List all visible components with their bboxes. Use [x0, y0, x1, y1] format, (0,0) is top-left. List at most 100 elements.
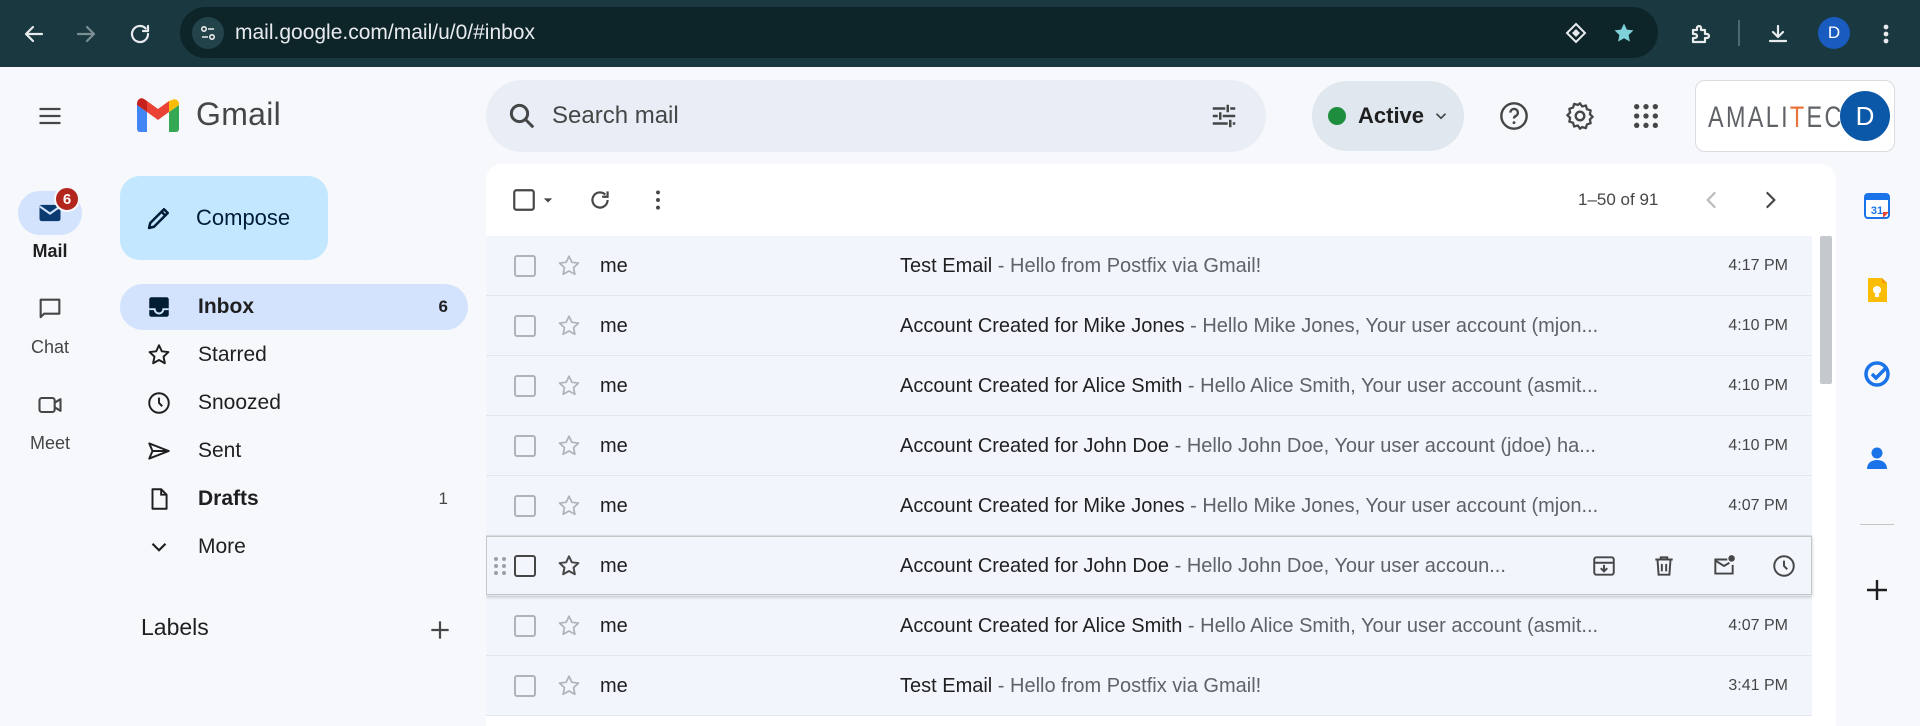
bookmark-button[interactable] [1610, 19, 1638, 47]
side-panel-divider [1860, 524, 1894, 525]
nav-sent[interactable]: Sent [120, 428, 468, 474]
rail-mail-pill[interactable]: 6 [18, 186, 82, 235]
row-checkbox[interactable] [514, 255, 536, 277]
nav-drafts[interactable]: Drafts 1 [120, 476, 468, 522]
site-info-button[interactable] [192, 17, 224, 49]
support-button[interactable] [1490, 92, 1538, 140]
message-list-panel: 1–50 of 91 me Test Email - Hello from Po… [486, 164, 1836, 726]
downloads-button[interactable] [1758, 14, 1798, 54]
email-row[interactable]: me Account Created for Mike Jones - Hell… [486, 296, 1812, 356]
star-outline-icon[interactable] [556, 253, 582, 279]
row-checkbox[interactable] [514, 435, 536, 457]
forward-button[interactable] [66, 14, 106, 54]
row-checkbox[interactable] [514, 495, 536, 517]
email-row-hovered[interactable]: me Account Created for John Doe - Hello … [486, 536, 1812, 596]
more-actions-button[interactable] [640, 182, 676, 218]
gmail-m-icon [137, 97, 179, 132]
list-scrollbar[interactable] [1820, 236, 1832, 384]
email-row[interactable]: me Account Created for Alice Smith - Hel… [486, 356, 1812, 416]
account-avatar[interactable]: D [1840, 91, 1890, 141]
mark-unread-button[interactable] [1706, 548, 1742, 584]
select-options-button[interactable] [536, 182, 560, 218]
row-subject: Account Created for John Doe [900, 555, 1170, 577]
extensions-button[interactable] [1680, 14, 1720, 54]
rail-mail[interactable]: 6 Mail [0, 186, 100, 262]
search-bar[interactable] [486, 80, 1266, 152]
reload-icon [130, 24, 150, 44]
star-outline-icon[interactable] [556, 613, 582, 639]
row-sender: me [600, 555, 628, 577]
star-outline-icon[interactable] [556, 313, 582, 339]
email-row[interactable]: me Account Created for Alice Smith - Hel… [486, 596, 1812, 656]
nav-starred[interactable]: Starred [120, 332, 468, 378]
keep-app-button[interactable] [1859, 272, 1895, 308]
list-toolbar: 1–50 of 91 [486, 164, 1836, 236]
snooze-button[interactable] [1766, 548, 1802, 584]
row-time: 3:41 PM [1728, 677, 1788, 694]
archive-button[interactable] [1586, 548, 1622, 584]
email-row[interactable]: me Account Created for Mike Jones - Hell… [486, 476, 1812, 536]
nav-inbox[interactable]: Inbox 6 [120, 284, 468, 330]
refresh-button[interactable] [582, 182, 618, 218]
row-checkbox[interactable] [514, 615, 536, 637]
browser-menu-button[interactable] [1866, 14, 1906, 54]
nav-more[interactable]: More [120, 524, 468, 570]
nav-drafts-count: 1 [438, 489, 448, 508]
pagination-text[interactable]: 1–50 of 91 [1578, 190, 1658, 210]
status-selector[interactable]: Active [1312, 81, 1464, 151]
rail-chat[interactable]: Chat [0, 287, 100, 358]
back-button[interactable] [14, 14, 54, 54]
reload-button[interactable] [120, 14, 160, 54]
main-menu-button[interactable] [26, 92, 74, 140]
refresh-icon [591, 191, 609, 209]
gmail-logo[interactable]: Gmail [134, 96, 281, 133]
drag-handle-icon[interactable] [492, 554, 508, 578]
tasks-app-button[interactable] [1859, 356, 1895, 392]
row-subject: Test Email [900, 675, 993, 697]
google-lens-button[interactable] [1562, 19, 1590, 47]
search-button[interactable] [504, 98, 540, 134]
search-input[interactable] [552, 98, 1112, 134]
rail-meet[interactable]: Meet [0, 383, 100, 454]
google-apps-button[interactable] [1622, 92, 1670, 140]
create-label-button[interactable] [424, 614, 456, 646]
star-outline-icon [148, 344, 170, 365]
star-outline-icon[interactable] [556, 673, 582, 699]
tune-icon [200, 25, 216, 41]
chevron-down-icon [1435, 113, 1447, 120]
email-row[interactable]: me Test Email - Hello from Postfix via G… [486, 236, 1812, 296]
email-list: me Test Email - Hello from Postfix via G… [486, 236, 1812, 716]
rail-meet-pill[interactable] [18, 383, 82, 427]
rail-chat-pill[interactable] [18, 287, 82, 331]
delete-button[interactable] [1646, 548, 1682, 584]
row-checkbox[interactable] [514, 315, 536, 337]
email-row[interactable]: me Test Email - Hello from Postfix via G… [486, 656, 1812, 716]
row-checkbox[interactable] [514, 555, 536, 577]
row-checkbox[interactable] [514, 375, 536, 397]
compose-button[interactable]: Compose [120, 176, 328, 260]
caret-down-icon [543, 198, 553, 203]
url-text[interactable]: mail.google.com/mail/u/0/#inbox [235, 21, 535, 45]
email-row[interactable]: me Account Created for John Doe - Hello … [486, 416, 1812, 476]
star-outline-icon[interactable] [556, 493, 582, 519]
star-outline-icon[interactable] [556, 433, 582, 459]
nav-snoozed[interactable]: Snoozed [120, 380, 468, 426]
lens-icon [1565, 22, 1587, 44]
row-sender: me [600, 615, 628, 637]
row-snippet: - Hello Alice Smith, Your user account (… [1182, 615, 1599, 637]
star-outline-icon[interactable] [556, 373, 582, 399]
older-button[interactable] [1752, 182, 1788, 218]
get-addons-button[interactable] [1859, 572, 1895, 608]
profile-avatar[interactable]: D [1818, 17, 1850, 49]
settings-button[interactable] [1556, 92, 1604, 140]
calendar-app-button[interactable]: 31 [1859, 188, 1895, 224]
newer-button[interactable] [1694, 182, 1730, 218]
row-checkbox[interactable] [514, 675, 536, 697]
row-sender: me [600, 435, 628, 457]
star-outline-icon[interactable] [556, 553, 582, 579]
contacts-app-button[interactable] [1859, 440, 1895, 476]
star-filled-icon [1614, 23, 1634, 42]
search-options-button[interactable] [1206, 98, 1242, 134]
address-bar[interactable]: mail.google.com/mail/u/0/#inbox [180, 7, 1658, 58]
account-switcher[interactable]: AMALITECH D [1695, 80, 1895, 152]
